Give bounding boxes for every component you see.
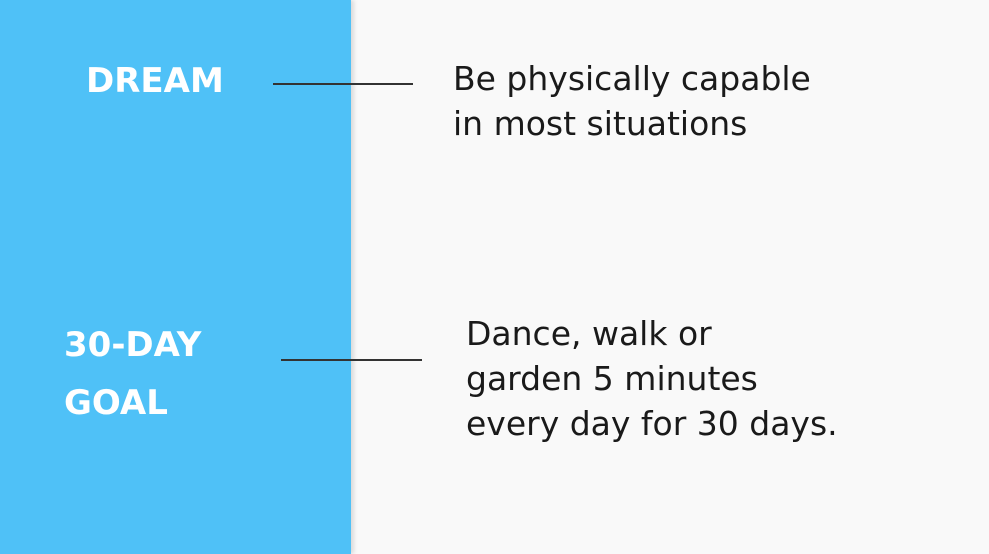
dream-text-line: Be physically capable bbox=[453, 59, 811, 98]
dream-text-line: in most situations bbox=[453, 104, 748, 143]
goal-text: Dance, walk or garden 5 minutes every da… bbox=[466, 311, 966, 446]
goal-text-line: garden 5 minutes bbox=[466, 359, 758, 398]
goal-text-line: Dance, walk or bbox=[466, 314, 712, 353]
dream-text: Be physically capable in most situations bbox=[453, 56, 953, 146]
dream-label: DREAM bbox=[86, 52, 286, 110]
goal-label: 30-DAY GOAL bbox=[64, 316, 284, 432]
goal-label-line: 30-DAY bbox=[64, 325, 202, 365]
dream-label-text: DREAM bbox=[86, 61, 224, 101]
goal-label-line: GOAL bbox=[64, 383, 168, 423]
goal-text-line: every day for 30 days. bbox=[466, 404, 838, 443]
goal-connector-line bbox=[281, 359, 422, 361]
dream-connector-line bbox=[273, 83, 413, 85]
